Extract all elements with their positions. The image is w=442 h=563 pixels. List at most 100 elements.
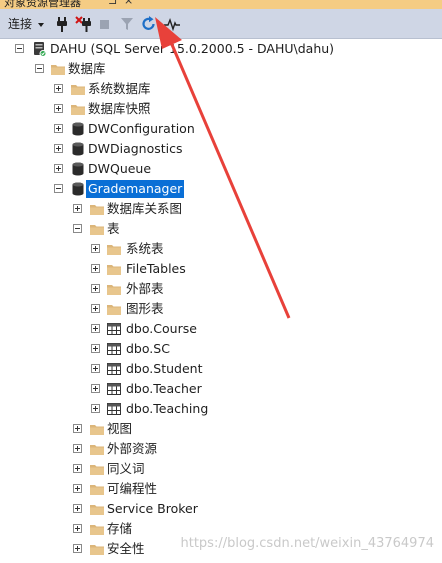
folder-icon [106, 261, 122, 277]
expand-icon[interactable] [54, 144, 63, 153]
tree-node[interactable]: 可编程性 [0, 479, 442, 499]
tree-node-label[interactable]: dbo.Course [126, 320, 197, 338]
tree-node[interactable]: 表 [0, 219, 442, 239]
tree-node-label[interactable]: 同义词 [107, 460, 145, 478]
tree-node[interactable]: 图形表 [0, 299, 442, 319]
tree-node[interactable]: dbo.Teacher [0, 379, 442, 399]
connect-button[interactable]: 连接 [8, 15, 44, 33]
folder-icon [89, 501, 105, 517]
close-icon[interactable]: × [124, 0, 133, 7]
tree-node-label[interactable]: Grademanager [86, 180, 185, 198]
tree-node[interactable]: Grademanager [0, 179, 442, 199]
expand-icon[interactable] [54, 84, 63, 93]
folder-icon [89, 441, 105, 457]
collapse-icon[interactable] [35, 64, 44, 73]
expand-icon[interactable] [73, 544, 82, 553]
expand-icon[interactable] [91, 264, 100, 273]
tree-node-label[interactable]: 表 [107, 220, 120, 238]
expand-icon[interactable] [73, 524, 82, 533]
pin-icon[interactable]: ⊐ [108, 0, 117, 7]
tree-node-label[interactable]: 图形表 [126, 300, 164, 318]
tree-node[interactable]: 数据库 [0, 59, 442, 79]
tree-node-label[interactable]: dbo.SC [126, 340, 170, 358]
disconnect-plug-icon[interactable] [75, 15, 93, 33]
tree-node-label[interactable]: 系统表 [126, 240, 164, 258]
tree-node-label[interactable]: 外部资源 [107, 440, 157, 458]
tree-node[interactable]: 系统数据库 [0, 79, 442, 99]
expand-icon[interactable] [91, 244, 100, 253]
collapse-icon[interactable] [73, 224, 82, 233]
tree-node[interactable]: DWDiagnostics [0, 139, 442, 159]
folder-icon [89, 521, 105, 537]
table-icon [106, 401, 122, 417]
tree-node-label[interactable]: dbo.Teacher [126, 380, 202, 398]
tree-node[interactable]: dbo.Course [0, 319, 442, 339]
expand-icon[interactable] [73, 484, 82, 493]
folder-icon [70, 101, 86, 117]
expand-icon[interactable] [91, 364, 100, 373]
tree-node[interactable]: DWQueue [0, 159, 442, 179]
tree-node[interactable]: dbo.SC [0, 339, 442, 359]
tree-node-label[interactable]: 安全性 [107, 540, 145, 558]
expand-icon[interactable] [73, 204, 82, 213]
server-icon [31, 41, 47, 57]
tree-node-label[interactable]: 数据库 [68, 60, 106, 78]
tree-node-label[interactable]: 系统数据库 [88, 80, 151, 98]
tree-node-label[interactable]: Service Broker [107, 500, 198, 518]
tree-node-label[interactable]: DWDiagnostics [88, 140, 183, 158]
expand-icon[interactable] [54, 164, 63, 173]
expand-icon[interactable] [91, 284, 100, 293]
tree-node[interactable]: DAHU (SQL Server 15.0.2000.5 - DAHU\dahu… [0, 40, 442, 59]
tree-node[interactable]: FileTables [0, 259, 442, 279]
expand-icon[interactable] [91, 344, 100, 353]
tree-node[interactable]: 系统表 [0, 239, 442, 259]
refresh-icon[interactable] [141, 15, 157, 33]
expand-icon[interactable] [73, 464, 82, 473]
tree-node[interactable]: 数据库快照 [0, 99, 442, 119]
expand-icon[interactable] [91, 404, 100, 413]
tree-node[interactable]: 外部表 [0, 279, 442, 299]
expand-icon[interactable] [54, 124, 63, 133]
tree-node-label[interactable]: 数据库关系图 [107, 200, 182, 218]
collapse-icon[interactable] [15, 44, 24, 53]
tree-node[interactable]: dbo.Teaching [0, 399, 442, 419]
connect-plug-icon[interactable] [55, 15, 69, 33]
tree-node[interactable]: dbo.Student [0, 359, 442, 379]
object-explorer-tree: DAHU (SQL Server 15.0.2000.5 - DAHU\dahu… [0, 40, 442, 563]
expand-icon[interactable] [91, 324, 100, 333]
dropdown-arrow-icon [37, 22, 44, 27]
table-icon [106, 321, 122, 337]
tree-node-label[interactable]: 外部表 [126, 280, 164, 298]
expand-icon[interactable] [73, 424, 82, 433]
tree-node-label[interactable]: 可编程性 [107, 480, 157, 498]
expand-icon[interactable] [91, 384, 100, 393]
expand-icon[interactable] [73, 504, 82, 513]
tree-node-label[interactable]: DWQueue [88, 160, 151, 178]
database-icon [70, 161, 86, 177]
folder-icon [89, 221, 105, 237]
tree-node-label[interactable]: FileTables [126, 260, 186, 278]
database-icon [70, 181, 86, 197]
tree-node[interactable]: 数据库关系图 [0, 199, 442, 219]
expand-icon[interactable] [73, 444, 82, 453]
tree-node-label[interactable]: dbo.Teaching [126, 400, 208, 418]
tree-node-label[interactable]: 存储 [107, 520, 132, 538]
tree-node[interactable]: DWConfiguration [0, 119, 442, 139]
tree-node-label[interactable]: 数据库快照 [88, 100, 151, 118]
tree-node-label[interactable]: 视图 [107, 420, 132, 438]
tree-node[interactable]: 视图 [0, 419, 442, 439]
tree-node-label[interactable]: dbo.Student [126, 360, 202, 378]
tree-node[interactable]: 同义词 [0, 459, 442, 479]
folder-icon [89, 541, 105, 557]
stop-icon [99, 15, 111, 33]
expand-icon[interactable] [54, 104, 63, 113]
folder-icon [89, 421, 105, 437]
tree-node[interactable]: 外部资源 [0, 439, 442, 459]
activity-monitor-icon[interactable] [163, 15, 181, 33]
expand-icon[interactable] [91, 304, 100, 313]
tree-node[interactable]: Service Broker [0, 499, 442, 519]
table-icon [106, 361, 122, 377]
collapse-icon[interactable] [54, 184, 63, 193]
tree-node-label[interactable]: DAHU (SQL Server 15.0.2000.5 - DAHU\dahu… [50, 40, 334, 58]
tree-node-label[interactable]: DWConfiguration [88, 120, 195, 138]
